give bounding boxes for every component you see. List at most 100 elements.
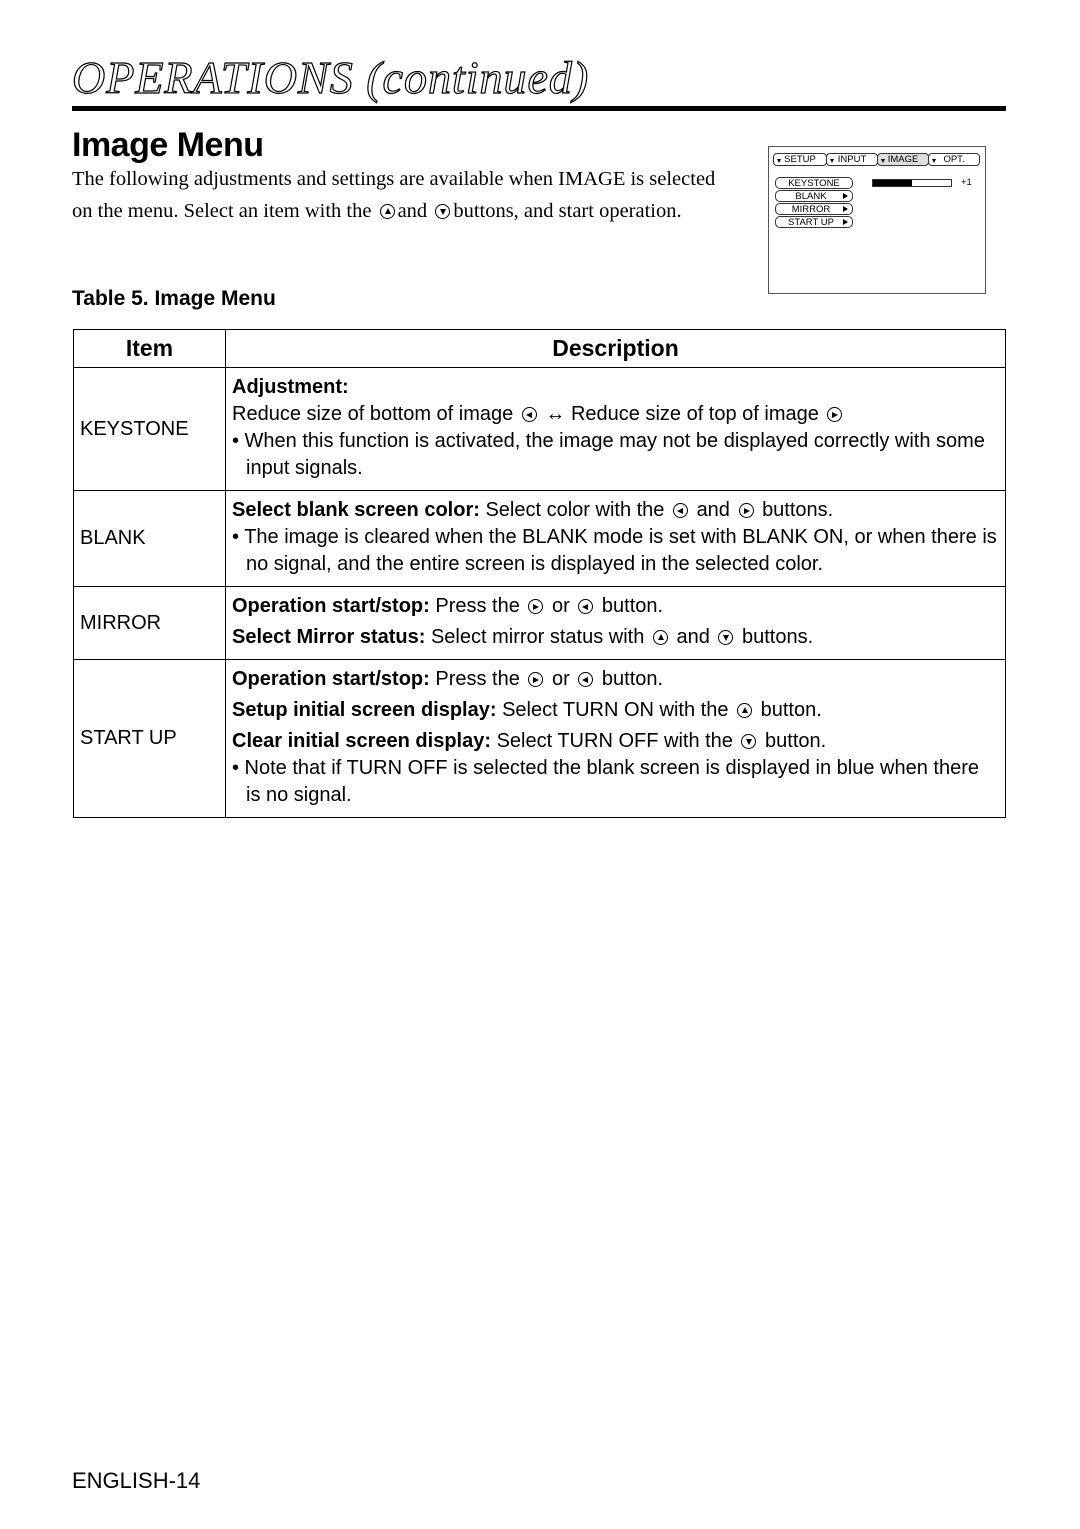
osd-tab-image: IMAGE xyxy=(877,153,929,166)
keystone-level-bar xyxy=(872,179,952,187)
osd-tab-label: OPT. xyxy=(943,154,965,165)
desc-label: Setup initial screen display: xyxy=(232,699,497,721)
desc-label: Adjustment: xyxy=(232,376,349,398)
desc-line: Adjustment: xyxy=(232,374,997,401)
left-button-icon xyxy=(578,672,594,687)
desc-label: Select blank screen color: xyxy=(232,499,480,521)
desc-line: Setup initial screen display: Select TUR… xyxy=(232,697,997,724)
desc-text: button. xyxy=(601,668,664,690)
desc-note: • Note that if TURN OFF is selected the … xyxy=(232,757,979,806)
desc-label: Clear initial screen display: xyxy=(232,730,491,752)
down-button-icon xyxy=(435,203,451,219)
osd-item-keystone: KEYSTONE xyxy=(775,177,853,189)
desc-line: Reduce size of bottom of image ↔ Reduce … xyxy=(232,401,997,428)
row-item: BLANK xyxy=(73,490,226,587)
desc-text: Select mirror status with xyxy=(430,626,645,648)
left-button-icon xyxy=(578,599,594,614)
desc-label: Operation start/stop: xyxy=(232,595,430,617)
desc-label: Select Mirror status: xyxy=(232,626,426,648)
desc-text: buttons. xyxy=(762,499,834,521)
submenu-arrow-icon xyxy=(843,206,848,212)
row-item: KEYSTONE xyxy=(73,367,226,491)
row-item: START UP xyxy=(73,659,226,818)
up-button-icon xyxy=(379,203,395,219)
desc-line: Operation start/stop: Press the or butto… xyxy=(232,666,997,693)
header-description: Description xyxy=(225,329,1006,368)
desc-text: Press the xyxy=(435,668,520,690)
row-description: Operation start/stop: Press the or butto… xyxy=(225,586,1006,660)
intro-and: and xyxy=(397,199,428,222)
desc-text: button. xyxy=(760,699,822,721)
desc-line: Select Mirror status: Select mirror stat… xyxy=(232,624,997,651)
desc-text: or xyxy=(551,668,570,690)
desc-text: Select TURN OFF with the xyxy=(496,730,733,752)
keystone-level-fill xyxy=(873,180,912,186)
intro-text-2: buttons, and start operation. xyxy=(453,199,682,222)
desc-text: Reduce size of bottom of image xyxy=(232,403,514,425)
osd-item-label: START UP xyxy=(788,216,834,228)
section-title: Image Menu xyxy=(72,126,264,164)
row-description: Adjustment: Reduce size of bottom of ima… xyxy=(225,367,1006,491)
left-button-icon xyxy=(673,503,688,518)
osd-tab-input: INPUT xyxy=(826,153,878,166)
osd-item-mirror: MIRROR xyxy=(775,203,853,215)
row-description: Select blank screen color: Select color … xyxy=(225,490,1006,587)
desc-text: or xyxy=(551,595,570,617)
intro-paragraph: The following adjustments and settings a… xyxy=(72,164,732,227)
desc-line: Clear initial screen display: Select TUR… xyxy=(232,728,997,755)
osd-tab-setup: SETUP xyxy=(773,153,827,166)
osd-tab-opt: OPT. xyxy=(928,153,980,166)
osd-item-label: BLANK xyxy=(795,190,827,202)
left-button-icon xyxy=(521,407,537,422)
table-header-row: Item Description xyxy=(73,329,1006,368)
header-rule xyxy=(72,106,1006,111)
tab-dropdown-icon xyxy=(830,159,834,163)
desc-text: Select color with the xyxy=(485,499,665,521)
desc-text: Press the xyxy=(435,595,520,617)
desc-label: Operation start/stop: xyxy=(232,668,430,690)
row-description: Operation start/stop: Press the or butto… xyxy=(225,659,1006,818)
desc-note: • When this function is activated, the i… xyxy=(232,430,985,479)
up-button-icon xyxy=(737,703,753,718)
submenu-arrow-icon xyxy=(843,193,848,199)
tab-dropdown-icon xyxy=(881,159,885,163)
down-button-icon xyxy=(718,630,734,645)
right-button-icon xyxy=(738,503,754,518)
osd-menu-illustration: SETUP INPUT IMAGE OPT. KEYSTONE BLANK MI… xyxy=(768,146,986,294)
down-button-icon xyxy=(741,734,757,749)
desc-text: and xyxy=(696,499,730,521)
desc-text: and xyxy=(676,626,710,648)
tab-dropdown-icon xyxy=(777,159,781,163)
desc-text: Select TURN ON with the xyxy=(502,699,729,721)
row-item: MIRROR xyxy=(73,586,226,660)
table-row-keystone: KEYSTONE Adjustment: Reduce size of bott… xyxy=(73,367,1006,491)
osd-item-label: MIRROR xyxy=(791,203,831,215)
keystone-value: +1 xyxy=(961,177,972,188)
table-caption: Table 5. Image Menu xyxy=(72,287,276,310)
osd-tab-label: IMAGE xyxy=(887,154,919,165)
osd-items: KEYSTONE BLANK MIRROR START UP xyxy=(775,177,853,229)
right-button-icon xyxy=(528,599,544,614)
desc-text: button. xyxy=(601,595,664,617)
desc-text: button. xyxy=(765,730,827,752)
table-row-blank: BLANK Select blank screen color: Select … xyxy=(73,490,1006,587)
right-button-icon xyxy=(827,407,843,422)
up-button-icon xyxy=(652,630,668,645)
page-header-title: OPERATIONS (continued) xyxy=(71,51,590,103)
desc-text: Reduce size of top of image xyxy=(570,403,819,425)
table-row-mirror: MIRROR Operation start/stop: Press the o… xyxy=(73,586,1006,660)
left-right-arrow-icon: ↔ xyxy=(545,403,566,425)
osd-item-blank: BLANK xyxy=(775,190,853,202)
table-row-startup: START UP Operation start/stop: Press the… xyxy=(73,659,1006,818)
osd-item-label: KEYSTONE xyxy=(788,177,840,189)
desc-line: Operation start/stop: Press the or butto… xyxy=(232,593,997,620)
header-item: Item xyxy=(73,329,226,368)
right-button-icon xyxy=(528,672,544,687)
submenu-arrow-icon xyxy=(843,219,848,225)
osd-tab-label: INPUT xyxy=(837,154,867,165)
osd-tabs: SETUP INPUT IMAGE OPT. xyxy=(773,153,980,166)
desc-note: • The image is cleared when the BLANK mo… xyxy=(232,526,997,575)
tab-dropdown-icon xyxy=(932,159,936,163)
osd-item-startup: START UP xyxy=(775,216,853,228)
image-menu-table: Item Description KEYSTONE Adjustment: Re… xyxy=(73,329,1006,818)
